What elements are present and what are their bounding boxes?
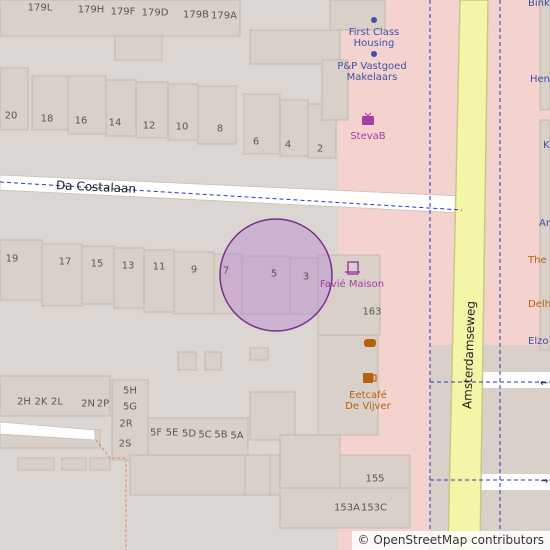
edge-poi-label: The F (528, 255, 550, 266)
house-number: 179B (183, 9, 209, 21)
house-number: 153C (360, 502, 388, 514)
attribution-link[interactable]: OpenStreetMap contributors (373, 533, 544, 547)
building (17, 457, 55, 471)
map-attribution[interactable]: © OpenStreetMap contributors (351, 531, 550, 550)
house-number: 13 (121, 260, 135, 272)
edge-poi-label: Henn (530, 74, 550, 85)
house-number: 5G (122, 401, 138, 413)
poi-stevab[interactable]: StevaB (350, 131, 385, 142)
arrow-icon: ← (540, 378, 548, 389)
house-number: 155 (365, 473, 385, 485)
building (113, 247, 145, 309)
house-number: 6 (252, 136, 260, 148)
edge-poi-label: Ar (539, 218, 550, 229)
building (243, 93, 281, 155)
house-number: 5A (230, 430, 244, 442)
house-number: 179H (77, 4, 105, 16)
house-number: 2H (17, 396, 31, 408)
house-number: 9 (190, 264, 198, 276)
building (249, 29, 341, 65)
building (41, 243, 83, 307)
restaurant-icon (364, 339, 376, 347)
house-number: 2S (118, 438, 132, 450)
house-number: 5C (198, 429, 212, 441)
house-number: 12 (142, 120, 156, 132)
building (89, 457, 111, 471)
house-number: 179F (110, 6, 136, 18)
house-number: 7 (222, 265, 230, 277)
dot-icon (371, 17, 377, 23)
house-number: 14 (108, 117, 122, 129)
building (539, 119, 550, 351)
building (249, 391, 296, 441)
building (61, 457, 87, 471)
poi-favie-maison[interactable]: Favié Maison (320, 279, 384, 290)
house-number: 179L (27, 2, 53, 14)
building (0, 239, 43, 301)
house-number: 5 (270, 268, 278, 280)
house-number: 5B (214, 429, 228, 441)
map-canvas[interactable]: ← → 179L 179H 179F 179D 179B 179A 20 18 … (0, 0, 550, 550)
building (329, 0, 386, 31)
arrow-icon: → (540, 476, 548, 487)
poi-pp-vastgoed-makelaars[interactable]: P&P Vastgoed Makelaars (337, 61, 406, 83)
house-number: 2N (81, 398, 95, 410)
building (81, 245, 115, 305)
house-number: 163 (362, 306, 382, 318)
house-number: 153A (334, 502, 360, 514)
poi-eetcafe-de-vijver[interactable]: Eetcafé De Vijver (345, 390, 390, 412)
house-number: 2R (119, 418, 133, 430)
house-number: 2P (96, 398, 110, 410)
house-number: 16 (74, 115, 88, 127)
building (244, 454, 271, 496)
house-number: 10 (175, 121, 189, 133)
road-side-lower (475, 474, 550, 490)
house-number: 15 (90, 258, 104, 270)
house-number: 2K (34, 396, 48, 408)
dot-icon (371, 51, 377, 57)
edge-poi-label: Bink (528, 0, 550, 9)
house-number: 2 (316, 143, 324, 155)
edge-poi-label: K (543, 140, 550, 151)
house-number: 5D (181, 428, 197, 440)
house-number: 11 (152, 261, 166, 273)
building (249, 347, 269, 361)
house-number: 4 (284, 139, 292, 151)
building (143, 249, 175, 313)
house-number: 3 (302, 271, 310, 283)
building (177, 351, 197, 371)
house-number: 18 (40, 113, 54, 125)
building (317, 334, 379, 436)
house-number: 5H (123, 385, 137, 397)
building (197, 85, 237, 145)
house-number: 8 (216, 123, 224, 135)
edge-poi-label: Delh (528, 299, 550, 310)
building (279, 434, 341, 496)
house-number: 20 (4, 110, 18, 122)
house-number: 5E (165, 427, 179, 439)
poi-first-class-housing[interactable]: First Class Housing (349, 27, 400, 49)
building (173, 251, 215, 315)
house-number: 17 (58, 256, 72, 268)
house-number: 2L (51, 396, 63, 408)
house-number: 19 (5, 253, 19, 265)
house-number: 5F (149, 427, 163, 439)
house-number: 179D (141, 7, 169, 19)
building (539, 0, 550, 111)
house-number: 179A (211, 10, 237, 22)
building (114, 35, 163, 61)
copyright-icon: © (357, 533, 370, 547)
edge-poi-label: Elzo (528, 336, 549, 347)
building (204, 351, 222, 371)
